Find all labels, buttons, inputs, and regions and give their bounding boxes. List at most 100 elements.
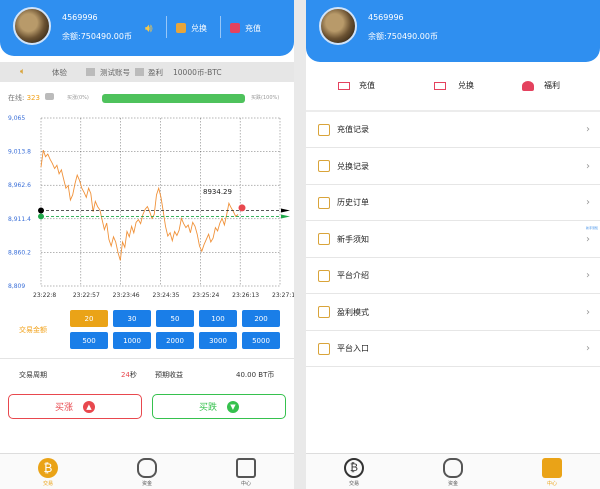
balance: 余额:750490.00币 (368, 32, 438, 41)
menu-item-label: 盈利模式 (337, 307, 369, 317)
sell-marker (38, 213, 44, 220)
amount-button[interactable]: 100 (199, 310, 237, 327)
period-label: 交易周期 (19, 371, 47, 379)
menu-item-icon (318, 160, 330, 172)
x-tick-label: 23:24:35 (153, 292, 180, 299)
quick-recharge[interactable]: 充值 (338, 80, 375, 91)
exchange-icon (176, 23, 186, 33)
recharge-button[interactable]: 充值 (230, 14, 261, 42)
coins-icon (443, 458, 463, 478)
user-header: 4569996 余额:750490.00币 (306, 0, 600, 62)
buy-up-button[interactable]: 买涨 ▲ (8, 394, 142, 419)
amount-button[interactable]: 30 (113, 310, 151, 327)
menu-item-icon (318, 306, 330, 318)
tab-funds[interactable]: 资金 (433, 458, 473, 487)
chevron-right-icon: › (586, 306, 590, 318)
tab-trade[interactable]: ₿ 交易 (334, 458, 374, 487)
buy-down-button[interactable]: 买跌 ▼ (152, 394, 286, 419)
x-tick-label: 23:27:1 (272, 292, 294, 299)
tab-center[interactable]: 中心 (532, 458, 572, 487)
menu-item[interactable]: 充值记录 › (306, 112, 600, 148)
amount-button[interactable]: 1000 (113, 332, 151, 349)
speaker-icon: 🔊︎ (145, 20, 153, 35)
chevron-right-icon: › (586, 343, 590, 354)
image-icon (135, 68, 144, 76)
bitcoin-icon: ₿ (38, 458, 58, 478)
menu-item-icon (318, 342, 330, 355)
info-bar: 🔈︎ 体验 测试账号 盈利 10000币-BTC (0, 62, 294, 82)
ratio-bar (102, 94, 245, 103)
menu-item[interactable]: 新手须知 › (306, 222, 600, 258)
y-tick-label: 8,911.4 (8, 216, 31, 223)
menu-item-label: 平台介绍 (337, 271, 369, 280)
menu-item-label: 新手须知 (337, 234, 369, 244)
avatar[interactable] (13, 7, 51, 45)
quick-welfare[interactable]: 福利 (522, 80, 560, 91)
tab-funds[interactable]: 资金 (127, 458, 167, 487)
menu-item-icon (318, 269, 330, 282)
sell-arrow (281, 214, 290, 219)
amount-button[interactable]: 3000 (199, 332, 237, 349)
x-tick-label: 23:22:57 (73, 292, 100, 299)
card-icon (434, 81, 446, 90)
menu-item-icon (318, 196, 330, 209)
amount-button[interactable]: 20 (70, 310, 108, 327)
menu-item[interactable]: 平台介绍 › (306, 258, 600, 294)
tab-bar: ₿ 交易 资金 中心 (306, 453, 600, 489)
wallet-icon (542, 458, 562, 478)
chevron-right-icon: › (586, 233, 590, 245)
menu-item[interactable]: 盈利模式 › (306, 295, 600, 331)
menu-item-icon (318, 233, 330, 245)
profit-value: 10000币-BTC (173, 67, 222, 77)
menu-item-label: 兑换记录 (337, 161, 369, 171)
arrow-down-icon: ▼ (227, 400, 239, 413)
bitcoin-icon: ₿ (344, 458, 364, 478)
menu-item[interactable]: 兑换记录 › (306, 149, 600, 185)
x-tick-label: 23:25:24 (192, 292, 219, 299)
sound-button[interactable]: 🔊︎ (145, 14, 153, 42)
amount-label: 交易金额 (19, 326, 47, 334)
user-header: 4569996 余额:750490.00币 🔊︎ 兑换 充值 (0, 0, 294, 56)
period-value: 24秒 (121, 371, 137, 379)
amount-button[interactable]: 5000 (242, 332, 280, 349)
amount-button[interactable]: 2000 (156, 332, 194, 349)
user-id: 4569996 (368, 13, 404, 22)
menu-item[interactable]: 平台入口 › (306, 331, 600, 367)
amount-button[interactable]: 500 (70, 332, 108, 349)
current-price-marker (238, 204, 246, 212)
tab-trade[interactable]: ₿ 交易 (28, 458, 68, 487)
amount-button[interactable]: 200 (242, 310, 280, 327)
demo-label: 体验 (52, 67, 67, 77)
x-tick-label: 23:26:13 (232, 292, 259, 299)
online-count: 在线: 323 (8, 93, 55, 103)
avatar[interactable] (319, 7, 357, 45)
x-tick-label: 23:22:8 (33, 292, 56, 299)
current-price-label: 8934.29 (203, 188, 232, 196)
users-icon (45, 93, 55, 100)
menu-item-label: 平台入口 (337, 344, 369, 353)
arrow-up-icon: ▲ (83, 400, 95, 413)
account-label: 测试账号 (100, 67, 130, 77)
menu-item-label: 充值记录 (337, 125, 369, 134)
user-id: 4569996 (62, 13, 98, 22)
amount-button[interactable]: 50 (156, 310, 194, 327)
buy-up-percent: 买涨(0%) (67, 95, 89, 101)
menu-item[interactable]: 历史订单 › (306, 185, 600, 221)
trade-screen: 4569996 余额:750490.00币 🔊︎ 兑换 充值 🔈︎ 体验 测试账… (0, 0, 294, 489)
quick-exchange[interactable]: 兑换 (434, 80, 474, 91)
chevron-right-icon: › (586, 160, 590, 172)
speaker-icon: 🔈︎ (20, 67, 26, 77)
price-series-line (40, 150, 239, 261)
exchange-button[interactable]: 兑换 (176, 14, 207, 42)
tab-center[interactable]: 中心 (226, 458, 266, 487)
menu-item-label: 历史订单 (337, 198, 369, 207)
wallet-icon (236, 458, 256, 478)
group-icon (522, 80, 534, 91)
tab-bar: ₿ 交易 资金 中心 (0, 453, 294, 489)
price-chart: 9,065 9,013.8 8,962.6 8,911.4 8,860.2 8,809 23… (8, 115, 294, 299)
chevron-right-icon: › (586, 197, 590, 208)
center-screen: 4569996 余额:750490.00币 充值 兑换 福利 新手须知 ₿ 交易… (306, 0, 600, 489)
wallet-icon (230, 23, 240, 33)
image-icon (86, 68, 95, 76)
y-tick-label: 8,809 (8, 283, 25, 290)
